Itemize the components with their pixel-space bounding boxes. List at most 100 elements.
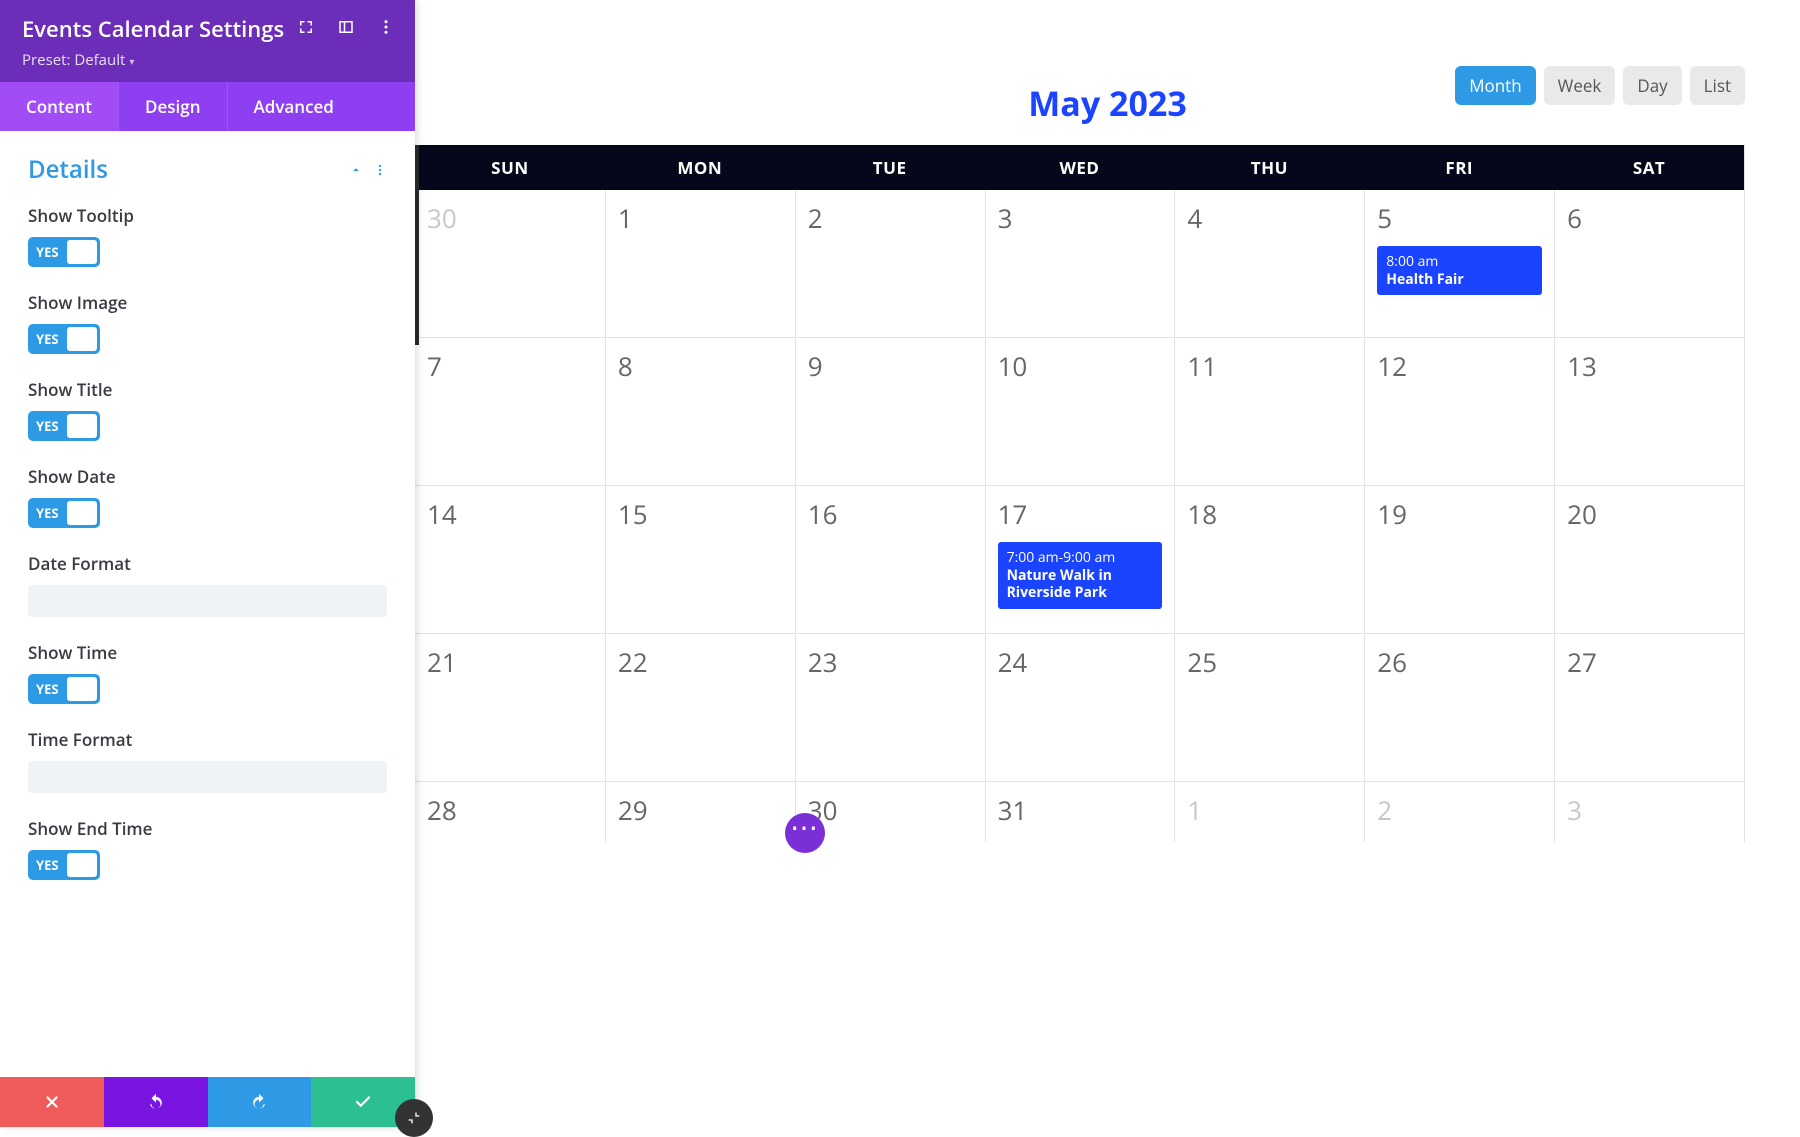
view-day-button[interactable]: Day: [1623, 66, 1681, 105]
toggle-show-image[interactable]: YES: [28, 324, 100, 354]
calendar-cell[interactable]: 19: [1364, 486, 1554, 634]
dayhead-cell: TUE: [795, 145, 985, 190]
calendar-cell[interactable]: 6: [1554, 190, 1744, 338]
chevron-up-icon[interactable]: [349, 163, 363, 177]
view-month-button[interactable]: Month: [1455, 66, 1535, 105]
label-show-date: Show Date: [28, 465, 387, 488]
dayhead-cell: FRI: [1364, 145, 1554, 190]
cell-date: 6: [1567, 200, 1732, 236]
cell-date: 11: [1187, 348, 1352, 384]
panel-body[interactable]: Details Show Tooltip YES Show Image YES …: [0, 131, 415, 1077]
calendar-event[interactable]: 7:00 am-9:00 amNature Walk in Riverside …: [998, 542, 1163, 609]
dayhead-cell: THU: [1174, 145, 1364, 190]
tab-design[interactable]: Design: [118, 82, 227, 131]
columns-icon[interactable]: [337, 18, 355, 36]
section-more-icon[interactable]: [373, 163, 387, 177]
calendar-week: 14 15 16 177:00 am-9:00 amNature Walk in Ri…: [415, 486, 1744, 634]
more-vertical-icon[interactable]: [377, 18, 395, 36]
calendar-cell[interactable]: 27: [1554, 634, 1744, 782]
undo-button[interactable]: [104, 1077, 208, 1127]
cell-date: 9: [808, 348, 973, 384]
toggle-show-title[interactable]: YES: [28, 411, 100, 441]
redo-icon: [250, 1093, 268, 1111]
cell-date: 30: [427, 200, 593, 236]
calendar-cell[interactable]: 25: [1174, 634, 1364, 782]
cell-date: 4: [1187, 200, 1352, 236]
calendar-cell[interactable]: 2: [795, 190, 985, 338]
check-icon: [354, 1093, 372, 1111]
label-date-format: Date Format: [28, 552, 387, 575]
field-show-date: Show Date YES: [28, 465, 387, 528]
calendar-cell[interactable]: 31: [985, 782, 1175, 842]
calendar-cell[interactable]: 3: [985, 190, 1175, 338]
redo-button[interactable]: [208, 1077, 312, 1127]
calendar-cell[interactable]: 10: [985, 338, 1175, 486]
toggle-show-time[interactable]: YES: [28, 674, 100, 704]
calendar-cell[interactable]: 4: [1174, 190, 1364, 338]
calendar-cell[interactable]: 9: [795, 338, 985, 486]
input-date-format[interactable]: [28, 585, 387, 617]
cell-date: 8: [618, 348, 783, 384]
calendar-grid: SUNMONTUEWEDTHUFRISAT 30123458:00 amHeal…: [415, 145, 1745, 842]
module-actions-button[interactable]: ⋯: [785, 813, 825, 853]
cell-date: 13: [1567, 348, 1732, 384]
preset-selector[interactable]: Preset: Default: [22, 50, 393, 70]
calendar-cell[interactable]: 30: [415, 190, 605, 338]
calendar-cell[interactable]: 21: [415, 634, 605, 782]
calendar-cell[interactable]: 16: [795, 486, 985, 634]
cell-date: 3: [1567, 792, 1732, 828]
cell-date: 19: [1377, 496, 1542, 532]
calendar-cell[interactable]: 13: [1554, 338, 1744, 486]
calendar-cell[interactable]: 20: [1554, 486, 1744, 634]
calendar-cell[interactable]: 58:00 amHealth Fair: [1364, 190, 1554, 338]
toggle-show-date[interactable]: YES: [28, 498, 100, 528]
calendar-cell[interactable]: 12: [1364, 338, 1554, 486]
calendar-cell[interactable]: 22: [605, 634, 795, 782]
calendar-cell[interactable]: 11: [1174, 338, 1364, 486]
dayhead-cell: WED: [985, 145, 1175, 190]
calendar-event[interactable]: 8:00 amHealth Fair: [1377, 246, 1542, 295]
calendar-weeks: 30123458:00 amHealth Fair678910111213141…: [415, 190, 1744, 842]
responsive-icon[interactable]: [297, 18, 315, 36]
cell-date: 16: [808, 496, 973, 532]
cell-date: 21: [427, 644, 593, 680]
close-button[interactable]: [0, 1077, 104, 1127]
calendar-cell[interactable]: 1: [605, 190, 795, 338]
calendar-week: 30 1234 58:00 amHealth Fair 6: [415, 190, 1744, 338]
tab-advanced[interactable]: Advanced: [227, 82, 360, 131]
calendar-week: 21 22 2324252627: [415, 634, 1744, 782]
cell-date: 14: [427, 496, 593, 532]
calendar-cell[interactable]: 23: [795, 634, 985, 782]
calendar-cell[interactable]: 8: [605, 338, 795, 486]
event-title: Nature Walk in Riverside Park: [1007, 567, 1154, 602]
calendar-cell[interactable]: 14: [415, 486, 605, 634]
calendar-cell[interactable]: 177:00 am-9:00 amNature Walk in Riversid…: [985, 486, 1175, 634]
view-week-button[interactable]: Week: [1544, 66, 1616, 105]
settings-panel: Events Calendar Settings Preset: Default…: [0, 0, 415, 1127]
toggle-show-tooltip[interactable]: YES: [28, 237, 100, 267]
calendar-cell[interactable]: 3: [1554, 782, 1744, 842]
calendar-cell[interactable]: 7: [415, 338, 605, 486]
calendar-cell[interactable]: 1: [1174, 782, 1364, 842]
calendar-cell[interactable]: 29: [605, 782, 795, 842]
close-icon: [43, 1093, 61, 1111]
calendar-cell[interactable]: 15: [605, 486, 795, 634]
cell-date: 20: [1567, 496, 1732, 532]
label-show-end-time: Show End Time: [28, 817, 387, 840]
calendar-cell[interactable]: 24: [985, 634, 1175, 782]
cell-date: 1: [1187, 792, 1352, 828]
calendar-cell[interactable]: 18: [1174, 486, 1364, 634]
view-list-button[interactable]: List: [1690, 66, 1745, 105]
expand-panel-button[interactable]: [395, 1099, 433, 1137]
calendar-cell[interactable]: 26: [1364, 634, 1554, 782]
toggle-show-end-time[interactable]: YES: [28, 850, 100, 880]
calendar-cell[interactable]: 28: [415, 782, 605, 842]
cell-date: 22: [618, 644, 783, 680]
cell-date: 3: [998, 200, 1163, 236]
calendar-day-header: SUNMONTUEWEDTHUFRISAT: [415, 145, 1744, 190]
calendar-cell[interactable]: 2: [1364, 782, 1554, 842]
section-title[interactable]: Details: [28, 153, 387, 186]
input-time-format[interactable]: [28, 761, 387, 793]
field-show-tooltip: Show Tooltip YES: [28, 204, 387, 267]
tab-content[interactable]: Content: [0, 82, 118, 131]
